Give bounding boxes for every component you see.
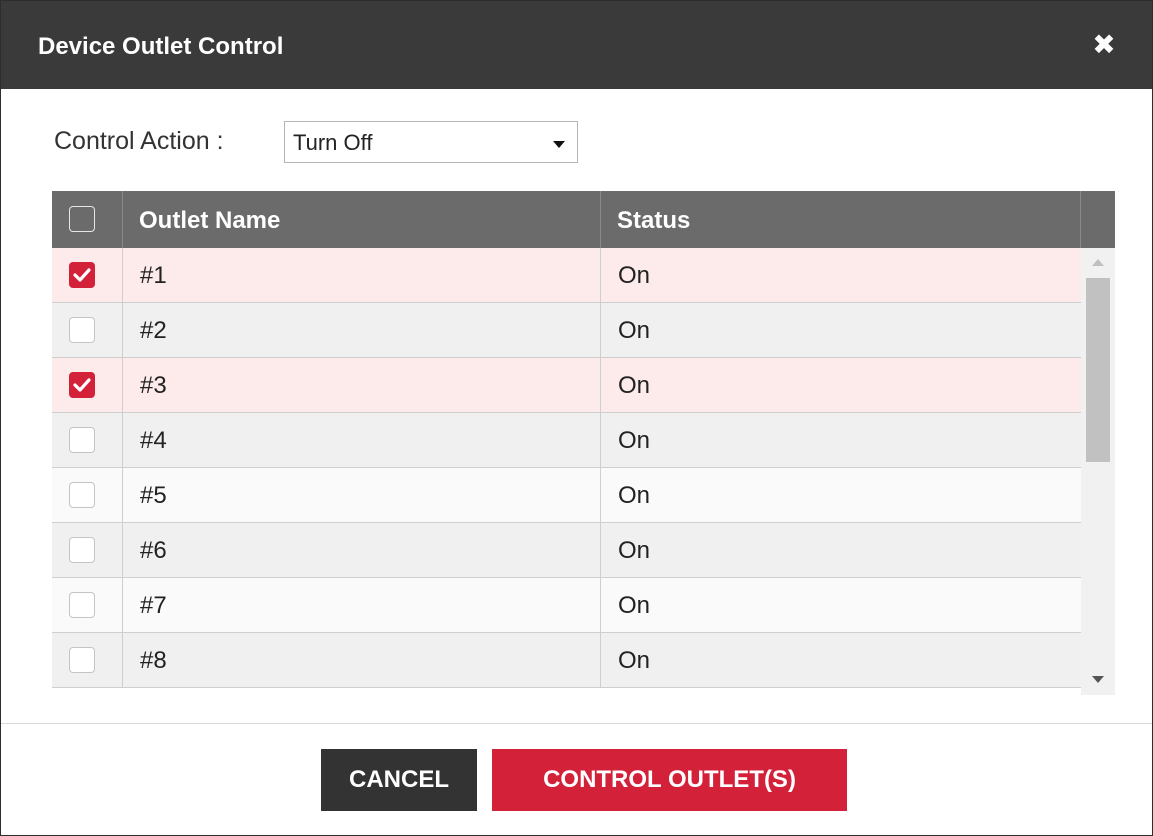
status-cell: On (601, 358, 1081, 413)
row-checkbox[interactable] (69, 537, 95, 563)
table-header: Outlet Name Status (52, 191, 1115, 248)
outlet-status: On (618, 537, 651, 564)
dialog-title: Device Outlet Control (38, 33, 284, 60)
device-outlet-control-dialog: Device Outlet Control ✖ Control Action :… (0, 0, 1153, 836)
outlet-name-cell: #2 (123, 303, 601, 358)
select-all-header (52, 191, 123, 248)
outlet-status: On (618, 482, 651, 509)
row-select-cell (52, 358, 123, 413)
outlet-table: Outlet Name Status #1 On #2 On #3 On #4 On #5 On #… (52, 191, 1115, 695)
table-row[interactable]: #2 On (52, 303, 1081, 358)
outlet-status: On (618, 317, 651, 344)
outlet-status: On (618, 262, 651, 289)
row-checkbox[interactable] (69, 372, 95, 398)
outlet-name: #5 (140, 482, 167, 509)
row-checkbox[interactable] (69, 262, 95, 288)
dialog-titlebar: Device Outlet Control ✖ (1, 1, 1152, 89)
outlet-name-cell: #6 (123, 523, 601, 578)
outlet-name-cell: #8 (123, 633, 601, 688)
outlet-name-cell: #1 (123, 248, 601, 303)
status-cell: On (601, 578, 1081, 633)
status-cell: On (601, 413, 1081, 468)
outlet-name-cell: #7 (123, 578, 601, 633)
outlet-status: On (618, 372, 651, 399)
outlet-status: On (618, 427, 651, 454)
control-action-value: Turn Off (293, 130, 373, 155)
cancel-button[interactable]: CANCEL (321, 749, 477, 811)
outlet-status: On (618, 592, 651, 619)
checkmark-icon (73, 268, 91, 282)
outlet-name-cell: #5 (123, 468, 601, 523)
table-scrollbar[interactable] (1081, 248, 1115, 695)
outlet-status: On (618, 647, 651, 674)
outlet-name-header[interactable]: Outlet Name (123, 191, 601, 248)
scroll-up-arrow-icon[interactable] (1092, 259, 1104, 266)
select-all-checkbox[interactable] (69, 206, 95, 232)
outlet-name: #8 (140, 647, 167, 674)
status-cell: On (601, 248, 1081, 303)
outlet-name: #7 (140, 592, 167, 619)
scrollbar-thumb[interactable] (1086, 278, 1110, 462)
row-select-cell (52, 523, 123, 578)
table-row[interactable]: #8 On (52, 633, 1081, 688)
table-row[interactable]: #1 On (52, 248, 1081, 303)
checkmark-icon (73, 378, 91, 392)
row-checkbox[interactable] (69, 427, 95, 453)
outlet-name: #6 (140, 537, 167, 564)
outlet-name: #2 (140, 317, 167, 344)
control-outlets-button[interactable]: CONTROL OUTLET(S) (492, 749, 847, 811)
status-cell: On (601, 633, 1081, 688)
status-cell: On (601, 468, 1081, 523)
table-row[interactable]: #4 On (52, 413, 1081, 468)
scroll-down-arrow-icon[interactable] (1092, 676, 1104, 683)
control-action-label: Control Action : (54, 127, 224, 155)
outlet-name: #1 (140, 262, 167, 289)
outlet-name-cell: #3 (123, 358, 601, 413)
row-checkbox[interactable] (69, 317, 95, 343)
row-select-cell (52, 468, 123, 523)
footer-divider (1, 723, 1152, 724)
control-action-select[interactable]: Turn Off (284, 121, 578, 163)
row-select-cell (52, 578, 123, 633)
row-select-cell (52, 303, 123, 358)
table-row[interactable]: #5 On (52, 468, 1081, 523)
status-header-label: Status (617, 207, 691, 234)
outlet-name-cell: #4 (123, 413, 601, 468)
row-checkbox[interactable] (69, 647, 95, 673)
status-cell: On (601, 523, 1081, 578)
outlet-name-header-label: Outlet Name (139, 207, 281, 234)
table-row[interactable]: #6 On (52, 523, 1081, 578)
table-body: #1 On #2 On #3 On #4 On #5 On #6 On #7 On #8 On (52, 248, 1081, 695)
chevron-down-icon (553, 141, 565, 148)
status-cell: On (601, 303, 1081, 358)
status-header[interactable]: Status (601, 191, 1081, 248)
row-select-cell (52, 413, 123, 468)
row-checkbox[interactable] (69, 482, 95, 508)
row-select-cell (52, 248, 123, 303)
close-icon[interactable]: ✖ (1090, 31, 1118, 59)
outlet-name: #4 (140, 427, 167, 454)
table-row[interactable]: #3 On (52, 358, 1081, 413)
outlet-name: #3 (140, 372, 167, 399)
row-checkbox[interactable] (69, 592, 95, 618)
row-select-cell (52, 633, 123, 688)
table-row[interactable]: #7 On (52, 578, 1081, 633)
